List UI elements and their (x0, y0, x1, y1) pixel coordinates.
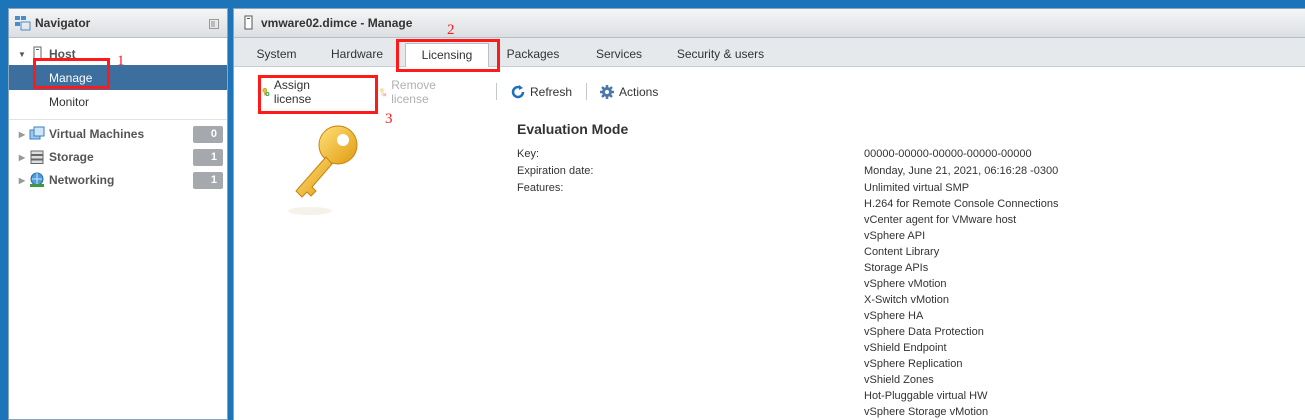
nav-item-monitor[interactable]: Monitor (9, 91, 227, 113)
main-panel: vmware02.dimce - Manage System Hardware … (233, 8, 1305, 420)
key-value: 00000-00000-00000-00000-00000 (864, 148, 1032, 160)
nav-item-label: Storage (49, 150, 94, 164)
count-badge: 1 (193, 149, 223, 166)
key-label: Key: (517, 148, 540, 160)
annotation-box-3 (258, 75, 378, 114)
remove-license-icon (379, 88, 387, 97)
feature-item: vCenter agent for VMware host (864, 214, 1017, 226)
toolbar-separator (586, 83, 587, 100)
nav-item-virtual-machines[interactable]: ▶ Virtual Machines 0 (9, 123, 227, 145)
tab-hardware[interactable]: Hardware (328, 45, 386, 66)
nav-item-label: Networking (49, 173, 115, 187)
refresh-icon (511, 85, 525, 99)
feature-item: vSphere Data Protection (864, 326, 984, 338)
tab-bar: System Hardware Licensing Packages Servi… (234, 38, 1305, 67)
navigator-header: Navigator (9, 9, 227, 38)
page-title: vmware02.dimce - Manage (261, 16, 413, 30)
feature-item: X-Switch vMotion (864, 294, 949, 306)
expand-triangle-icon[interactable]: ▼ (17, 50, 27, 59)
navigator-icon (15, 16, 31, 31)
annotation-number-1: 1 (117, 53, 125, 69)
navigator-title: Navigator (35, 16, 91, 30)
annotation-box-2 (396, 39, 500, 72)
tab-security-users[interactable]: Security & users (675, 45, 766, 66)
nav-item-storage[interactable]: ▶ Storage 1 (9, 146, 227, 168)
feature-item: Hot-Pluggable virtual HW (864, 390, 988, 402)
feature-item: vSphere API (864, 230, 926, 242)
license-key-icon (288, 125, 358, 215)
actions-menu-button[interactable]: Actions (599, 81, 658, 103)
annotation-number-3: 3 (385, 111, 393, 127)
divider (9, 119, 227, 120)
count-badge: 1 (193, 172, 223, 189)
host-icon (244, 15, 253, 30)
collapse-triangle-icon[interactable]: ▶ (17, 130, 27, 139)
remove-license-label: Remove license (391, 78, 436, 106)
toolbar-separator (496, 83, 497, 100)
feature-item: Content Library (864, 246, 940, 258)
refresh-label: Refresh (530, 85, 573, 99)
actions-label: Actions (619, 85, 659, 99)
license-title: Evaluation Mode (517, 121, 629, 137)
virtual-machines-icon (29, 126, 45, 140)
networking-icon (30, 172, 44, 187)
nav-item-label: Virtual Machines (49, 127, 145, 141)
tab-services[interactable]: Services (594, 45, 644, 66)
count-badge: 0 (193, 126, 223, 143)
feature-item: Unlimited virtual SMP (864, 182, 970, 194)
feature-item: vShield Endpoint (864, 342, 947, 354)
main-header: vmware02.dimce - Manage (234, 9, 1305, 38)
collapse-triangle-icon[interactable]: ▶ (17, 153, 27, 162)
gear-icon (600, 85, 614, 99)
minimize-icon[interactable] (209, 19, 219, 29)
expiration-value: Monday, June 21, 2021, 06:16:28 -0300 (864, 165, 1059, 177)
refresh-button[interactable]: Refresh (510, 81, 572, 103)
features-label: Features: (517, 182, 564, 194)
feature-item: H.264 for Remote Console Connections (864, 198, 1059, 210)
feature-item: vShield Zones (864, 374, 934, 386)
feature-item: Storage APIs (864, 262, 929, 274)
storage-icon (30, 150, 44, 164)
feature-item: vSphere Storage vMotion (864, 406, 989, 418)
remove-license-button[interactable]: Remove license (379, 78, 442, 106)
feature-item: vSphere HA (864, 310, 924, 322)
collapse-triangle-icon[interactable]: ▶ (17, 176, 27, 185)
annotation-box-1 (33, 58, 110, 89)
nav-item-label: Monitor (49, 95, 90, 109)
nav-item-networking[interactable]: ▶ Networking 1 (9, 169, 227, 191)
annotation-number-2: 2 (447, 22, 455, 38)
tab-system[interactable]: System (254, 45, 299, 66)
feature-item: vSphere Replication (864, 358, 963, 370)
navigator-panel: Navigator ▼ Host Manage Monitor ▶ Virtua… (8, 8, 228, 420)
tab-packages[interactable]: Packages (505, 45, 561, 66)
feature-item: vSphere vMotion (864, 278, 947, 290)
expiration-label: Expiration date: (517, 165, 594, 177)
